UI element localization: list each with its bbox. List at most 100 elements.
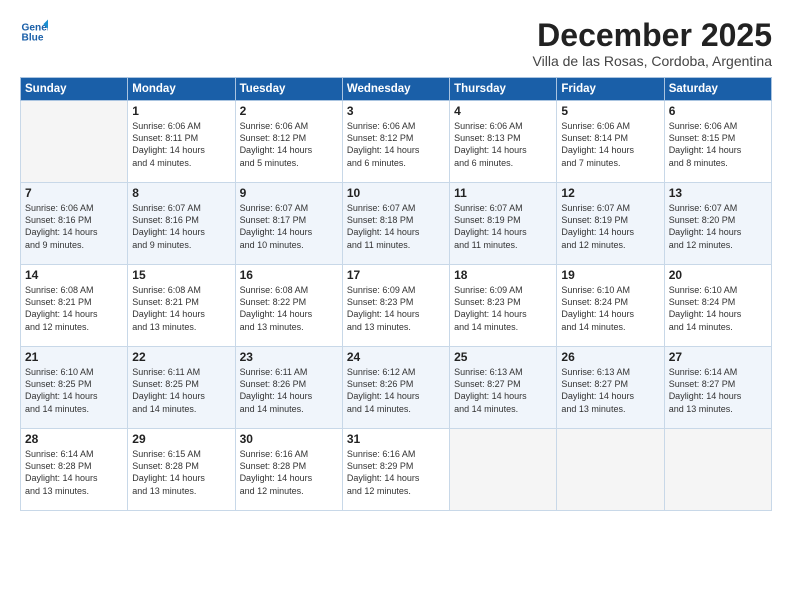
svg-text:Blue: Blue	[22, 33, 44, 44]
calendar-cell-w3-d3: 16 Sunrise: 6:08 AM Sunset: 8:22 PM Dayli…	[235, 265, 342, 347]
day-number: 27	[669, 350, 767, 364]
day-info: Sunrise: 6:10 AM Sunset: 8:24 PM Dayligh…	[561, 284, 659, 333]
day-number: 14	[25, 268, 123, 282]
day-number: 11	[454, 186, 552, 200]
calendar-cell-w5-d6	[557, 429, 664, 511]
week-row-2: 7 Sunrise: 6:06 AM Sunset: 8:16 PM Daylig…	[21, 183, 772, 265]
calendar-cell-w3-d4: 17 Sunrise: 6:09 AM Sunset: 8:23 PM Dayli…	[342, 265, 449, 347]
header-thursday: Thursday	[450, 78, 557, 101]
header-tuesday: Tuesday	[235, 78, 342, 101]
week-row-5: 28Sunrise: 6:14 AM Sunset: 8:28 PM Dayli…	[21, 429, 772, 511]
calendar-cell-w1-d4: 3 Sunrise: 6:06 AM Sunset: 8:12 PM Daylig…	[342, 101, 449, 183]
day-info: Sunrise: 6:06 AM Sunset: 8:11 PM Dayligh…	[132, 120, 230, 169]
day-info: Sunrise: 6:07 AM Sunset: 8:18 PM Dayligh…	[347, 202, 445, 251]
calendar-cell-w4-d4: 24 Sunrise: 6:12 AM Sunset: 8:26 PM Dayli…	[342, 347, 449, 429]
calendar-cell-w2-d7: 13Sunrise: 6:07 AM Sunset: 8:20 PM Dayli…	[664, 183, 771, 265]
calendar-cell-w4-d1: 21Sunrise: 6:10 AM Sunset: 8:25 PM Dayli…	[21, 347, 128, 429]
day-number: 31	[347, 432, 445, 446]
weekday-header-row: Sunday Monday Tuesday Wednesday Thursday…	[21, 78, 772, 101]
calendar-cell-w1-d5: 4 Sunrise: 6:06 AM Sunset: 8:13 PM Daylig…	[450, 101, 557, 183]
day-info: Sunrise: 6:06 AM Sunset: 8:12 PM Dayligh…	[347, 120, 445, 169]
day-number: 2	[240, 104, 338, 118]
calendar-cell-w4-d6: 26Sunrise: 6:13 AM Sunset: 8:27 PM Dayli…	[557, 347, 664, 429]
calendar-cell-w1-d7: 6 Sunrise: 6:06 AM Sunset: 8:15 PM Daylig…	[664, 101, 771, 183]
day-number: 7	[25, 186, 123, 200]
day-info: Sunrise: 6:16 AM Sunset: 8:29 PM Dayligh…	[347, 448, 445, 497]
day-number: 4	[454, 104, 552, 118]
calendar-cell-w4-d7: 27 Sunrise: 6:14 AM Sunset: 8:27 PM Dayli…	[664, 347, 771, 429]
calendar-cell-w2-d1: 7 Sunrise: 6:06 AM Sunset: 8:16 PM Daylig…	[21, 183, 128, 265]
calendar-cell-w4-d3: 23 Sunrise: 6:11 AM Sunset: 8:26 PM Dayli…	[235, 347, 342, 429]
week-row-4: 21Sunrise: 6:10 AM Sunset: 8:25 PM Dayli…	[21, 347, 772, 429]
day-number: 25	[454, 350, 552, 364]
day-info: Sunrise: 6:08 AM Sunset: 8:21 PM Dayligh…	[25, 284, 123, 333]
calendar-cell-w5-d1: 28Sunrise: 6:14 AM Sunset: 8:28 PM Dayli…	[21, 429, 128, 511]
calendar-cell-w1-d3: 2 Sunrise: 6:06 AM Sunset: 8:12 PM Daylig…	[235, 101, 342, 183]
day-info: Sunrise: 6:07 AM Sunset: 8:19 PM Dayligh…	[561, 202, 659, 251]
day-info: Sunrise: 6:09 AM Sunset: 8:23 PM Dayligh…	[454, 284, 552, 333]
calendar-cell-w1-d1	[21, 101, 128, 183]
day-info: Sunrise: 6:08 AM Sunset: 8:22 PM Dayligh…	[240, 284, 338, 333]
day-info: Sunrise: 6:10 AM Sunset: 8:24 PM Dayligh…	[669, 284, 767, 333]
calendar-cell-w5-d7	[664, 429, 771, 511]
day-number: 1	[132, 104, 230, 118]
calendar-cell-w5-d4: 31 Sunrise: 6:16 AM Sunset: 8:29 PM Dayli…	[342, 429, 449, 511]
week-row-3: 14 Sunrise: 6:08 AM Sunset: 8:21 PM Dayli…	[21, 265, 772, 347]
calendar-cell-w1-d6: 5 Sunrise: 6:06 AM Sunset: 8:14 PM Daylig…	[557, 101, 664, 183]
day-info: Sunrise: 6:06 AM Sunset: 8:13 PM Dayligh…	[454, 120, 552, 169]
day-number: 8	[132, 186, 230, 200]
day-info: Sunrise: 6:09 AM Sunset: 8:23 PM Dayligh…	[347, 284, 445, 333]
day-number: 9	[240, 186, 338, 200]
day-number: 28	[25, 432, 123, 446]
calendar-cell-w5-d2: 29Sunrise: 6:15 AM Sunset: 8:28 PM Dayli…	[128, 429, 235, 511]
day-info: Sunrise: 6:07 AM Sunset: 8:19 PM Dayligh…	[454, 202, 552, 251]
logo-icon: General Blue	[20, 18, 48, 46]
day-info: Sunrise: 6:13 AM Sunset: 8:27 PM Dayligh…	[561, 366, 659, 415]
day-info: Sunrise: 6:07 AM Sunset: 8:16 PM Dayligh…	[132, 202, 230, 251]
header-sunday: Sunday	[21, 78, 128, 101]
day-number: 12	[561, 186, 659, 200]
header-saturday: Saturday	[664, 78, 771, 101]
location-title: Villa de las Rosas, Cordoba, Argentina	[533, 53, 772, 69]
day-number: 3	[347, 104, 445, 118]
day-number: 21	[25, 350, 123, 364]
day-number: 6	[669, 104, 767, 118]
calendar-cell-w3-d5: 18 Sunrise: 6:09 AM Sunset: 8:23 PM Dayli…	[450, 265, 557, 347]
day-info: Sunrise: 6:13 AM Sunset: 8:27 PM Dayligh…	[454, 366, 552, 415]
calendar-cell-w5-d3: 30Sunrise: 6:16 AM Sunset: 8:28 PM Dayli…	[235, 429, 342, 511]
day-number: 18	[454, 268, 552, 282]
day-number: 5	[561, 104, 659, 118]
day-number: 19	[561, 268, 659, 282]
day-info: Sunrise: 6:06 AM Sunset: 8:15 PM Dayligh…	[669, 120, 767, 169]
day-info: Sunrise: 6:11 AM Sunset: 8:25 PM Dayligh…	[132, 366, 230, 415]
day-info: Sunrise: 6:11 AM Sunset: 8:26 PM Dayligh…	[240, 366, 338, 415]
day-info: Sunrise: 6:06 AM Sunset: 8:14 PM Dayligh…	[561, 120, 659, 169]
calendar-cell-w3-d6: 19 Sunrise: 6:10 AM Sunset: 8:24 PM Dayli…	[557, 265, 664, 347]
day-info: Sunrise: 6:06 AM Sunset: 8:12 PM Dayligh…	[240, 120, 338, 169]
day-number: 30	[240, 432, 338, 446]
calendar-cell-w1-d2: 1 Sunrise: 6:06 AM Sunset: 8:11 PM Daylig…	[128, 101, 235, 183]
day-number: 10	[347, 186, 445, 200]
day-info: Sunrise: 6:06 AM Sunset: 8:16 PM Dayligh…	[25, 202, 123, 251]
day-number: 16	[240, 268, 338, 282]
month-title: December 2025	[533, 18, 772, 53]
calendar-table: Sunday Monday Tuesday Wednesday Thursday…	[20, 77, 772, 511]
day-number: 24	[347, 350, 445, 364]
day-info: Sunrise: 6:07 AM Sunset: 8:20 PM Dayligh…	[669, 202, 767, 251]
calendar-cell-w3-d7: 20Sunrise: 6:10 AM Sunset: 8:24 PM Dayli…	[664, 265, 771, 347]
day-number: 22	[132, 350, 230, 364]
calendar-cell-w5-d5	[450, 429, 557, 511]
page: General Blue December 2025 Villa de las …	[0, 0, 792, 612]
calendar-cell-w2-d5: 11 Sunrise: 6:07 AM Sunset: 8:19 PM Dayli…	[450, 183, 557, 265]
header-monday: Monday	[128, 78, 235, 101]
header-wednesday: Wednesday	[342, 78, 449, 101]
header-friday: Friday	[557, 78, 664, 101]
calendar-cell-w2-d6: 12 Sunrise: 6:07 AM Sunset: 8:19 PM Dayli…	[557, 183, 664, 265]
day-info: Sunrise: 6:12 AM Sunset: 8:26 PM Dayligh…	[347, 366, 445, 415]
day-info: Sunrise: 6:15 AM Sunset: 8:28 PM Dayligh…	[132, 448, 230, 497]
day-number: 15	[132, 268, 230, 282]
day-number: 23	[240, 350, 338, 364]
day-number: 17	[347, 268, 445, 282]
calendar-cell-w2-d2: 8 Sunrise: 6:07 AM Sunset: 8:16 PM Daylig…	[128, 183, 235, 265]
day-info: Sunrise: 6:14 AM Sunset: 8:27 PM Dayligh…	[669, 366, 767, 415]
